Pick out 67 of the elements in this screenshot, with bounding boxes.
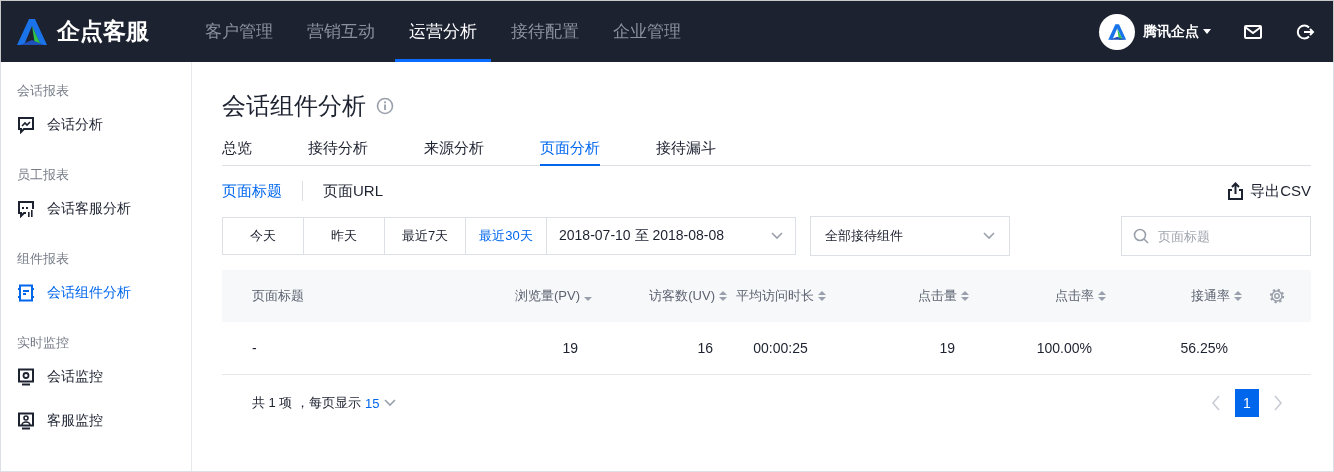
- report-tab[interactable]: 总览: [222, 138, 252, 166]
- table-cell-text: 00:00:25: [752, 340, 809, 356]
- widget-select[interactable]: 全部接待组件: [810, 216, 1010, 256]
- page-button[interactable]: 1: [1235, 389, 1259, 417]
- report-tab[interactable]: 接待分析: [308, 138, 368, 166]
- table-cell-text: 16: [696, 340, 714, 356]
- page-size-select[interactable]: 15: [365, 395, 396, 411]
- brand-name: 企点客服: [57, 17, 149, 46]
- sort-icon[interactable]: [817, 290, 826, 302]
- column-header[interactable]: 浏览量(PV): [515, 287, 580, 305]
- next-page-icon[interactable]: [1273, 395, 1283, 411]
- report-tab[interactable]: 来源分析: [424, 138, 484, 166]
- nav-tab[interactable]: 接待配置: [497, 1, 593, 62]
- table-cell-text: 19: [938, 340, 956, 356]
- export-link[interactable]: 导出CSV: [1227, 181, 1311, 201]
- avatar-icon[interactable]: [1099, 13, 1135, 50]
- chevron-down-icon[interactable]: [383, 399, 396, 407]
- widget-icon: [17, 284, 35, 302]
- search-field[interactable]: 页面标题: [1121, 216, 1311, 256]
- sidebar-item[interactable]: 会话分析: [1, 113, 191, 137]
- nav-tab[interactable]: 企业管理: [599, 1, 695, 62]
- sidebar-item[interactable]: 会话监控: [1, 365, 191, 389]
- table-cell-text: -: [251, 340, 258, 356]
- column-header[interactable]: 接通率: [1191, 287, 1230, 305]
- dimension-tab[interactable]: 页面URL: [323, 181, 383, 201]
- column-header[interactable]: 页面标题: [252, 287, 304, 305]
- sort-icon[interactable]: [719, 290, 727, 302]
- chevron-down-icon[interactable]: [771, 232, 783, 240]
- chat-bars-icon: [17, 200, 35, 218]
- previous-page-icon[interactable]: [1211, 395, 1221, 411]
- logo-icon: [15, 16, 49, 47]
- sort-icon[interactable]: [961, 290, 969, 302]
- sidebar-section-title: 组件报表: [16, 250, 70, 268]
- page-title: 会话组件分析: [222, 91, 366, 121]
- nav-tab[interactable]: 运营分析: [395, 1, 491, 62]
- sort-icon[interactable]: [1234, 290, 1242, 302]
- column-header[interactable]: 平均访问时长: [735, 287, 814, 305]
- sidebar-item[interactable]: 会话客服分析: [1, 197, 191, 221]
- account-menu[interactable]: 腾讯企点: [1143, 22, 1211, 41]
- chevron-down-icon[interactable]: [983, 232, 995, 240]
- report-tab[interactable]: 页面分析: [540, 138, 600, 166]
- sidebar-section-title: 员工报表: [16, 166, 70, 184]
- monitor-icon: [17, 368, 35, 386]
- report-tab[interactable]: 接待漏斗: [656, 138, 716, 166]
- sidebar-item[interactable]: 会话组件分析: [1, 281, 191, 305]
- table-cell-text: 56.25%: [1179, 340, 1229, 356]
- settings-icon[interactable]: [1267, 287, 1286, 305]
- table-cell-text: 100.00%: [1035, 340, 1093, 356]
- sidebar-item[interactable]: 客服监控: [1, 409, 191, 433]
- chart-bubble-icon: [17, 116, 35, 134]
- sidebar-section-title: 实时监控: [16, 334, 70, 352]
- sidebar-section-title: 会话报表: [16, 82, 70, 100]
- search-icon: [1133, 228, 1149, 244]
- column-header[interactable]: 点击率: [1055, 287, 1094, 305]
- sort-icon[interactable]: [1098, 290, 1106, 302]
- nav-tab[interactable]: 营销互动: [293, 1, 389, 62]
- nav-tab[interactable]: 客户管理: [191, 1, 287, 62]
- table-cell-text: 19: [561, 340, 579, 356]
- user-monitor-icon: [17, 412, 35, 430]
- dimension-tab[interactable]: 页面标题: [222, 181, 282, 201]
- info-icon[interactable]: [376, 97, 394, 115]
- pagination-summary: 共 1 项 ，每页显示: [252, 394, 362, 412]
- date-range-picker[interactable]: 2018-07-10 至 2018-08-08: [547, 218, 795, 254]
- column-header[interactable]: 访客数(UV): [649, 287, 715, 305]
- column-header[interactable]: 点击量: [918, 287, 957, 305]
- caret-icon[interactable]: [1203, 29, 1211, 34]
- upload-icon: [1227, 182, 1245, 200]
